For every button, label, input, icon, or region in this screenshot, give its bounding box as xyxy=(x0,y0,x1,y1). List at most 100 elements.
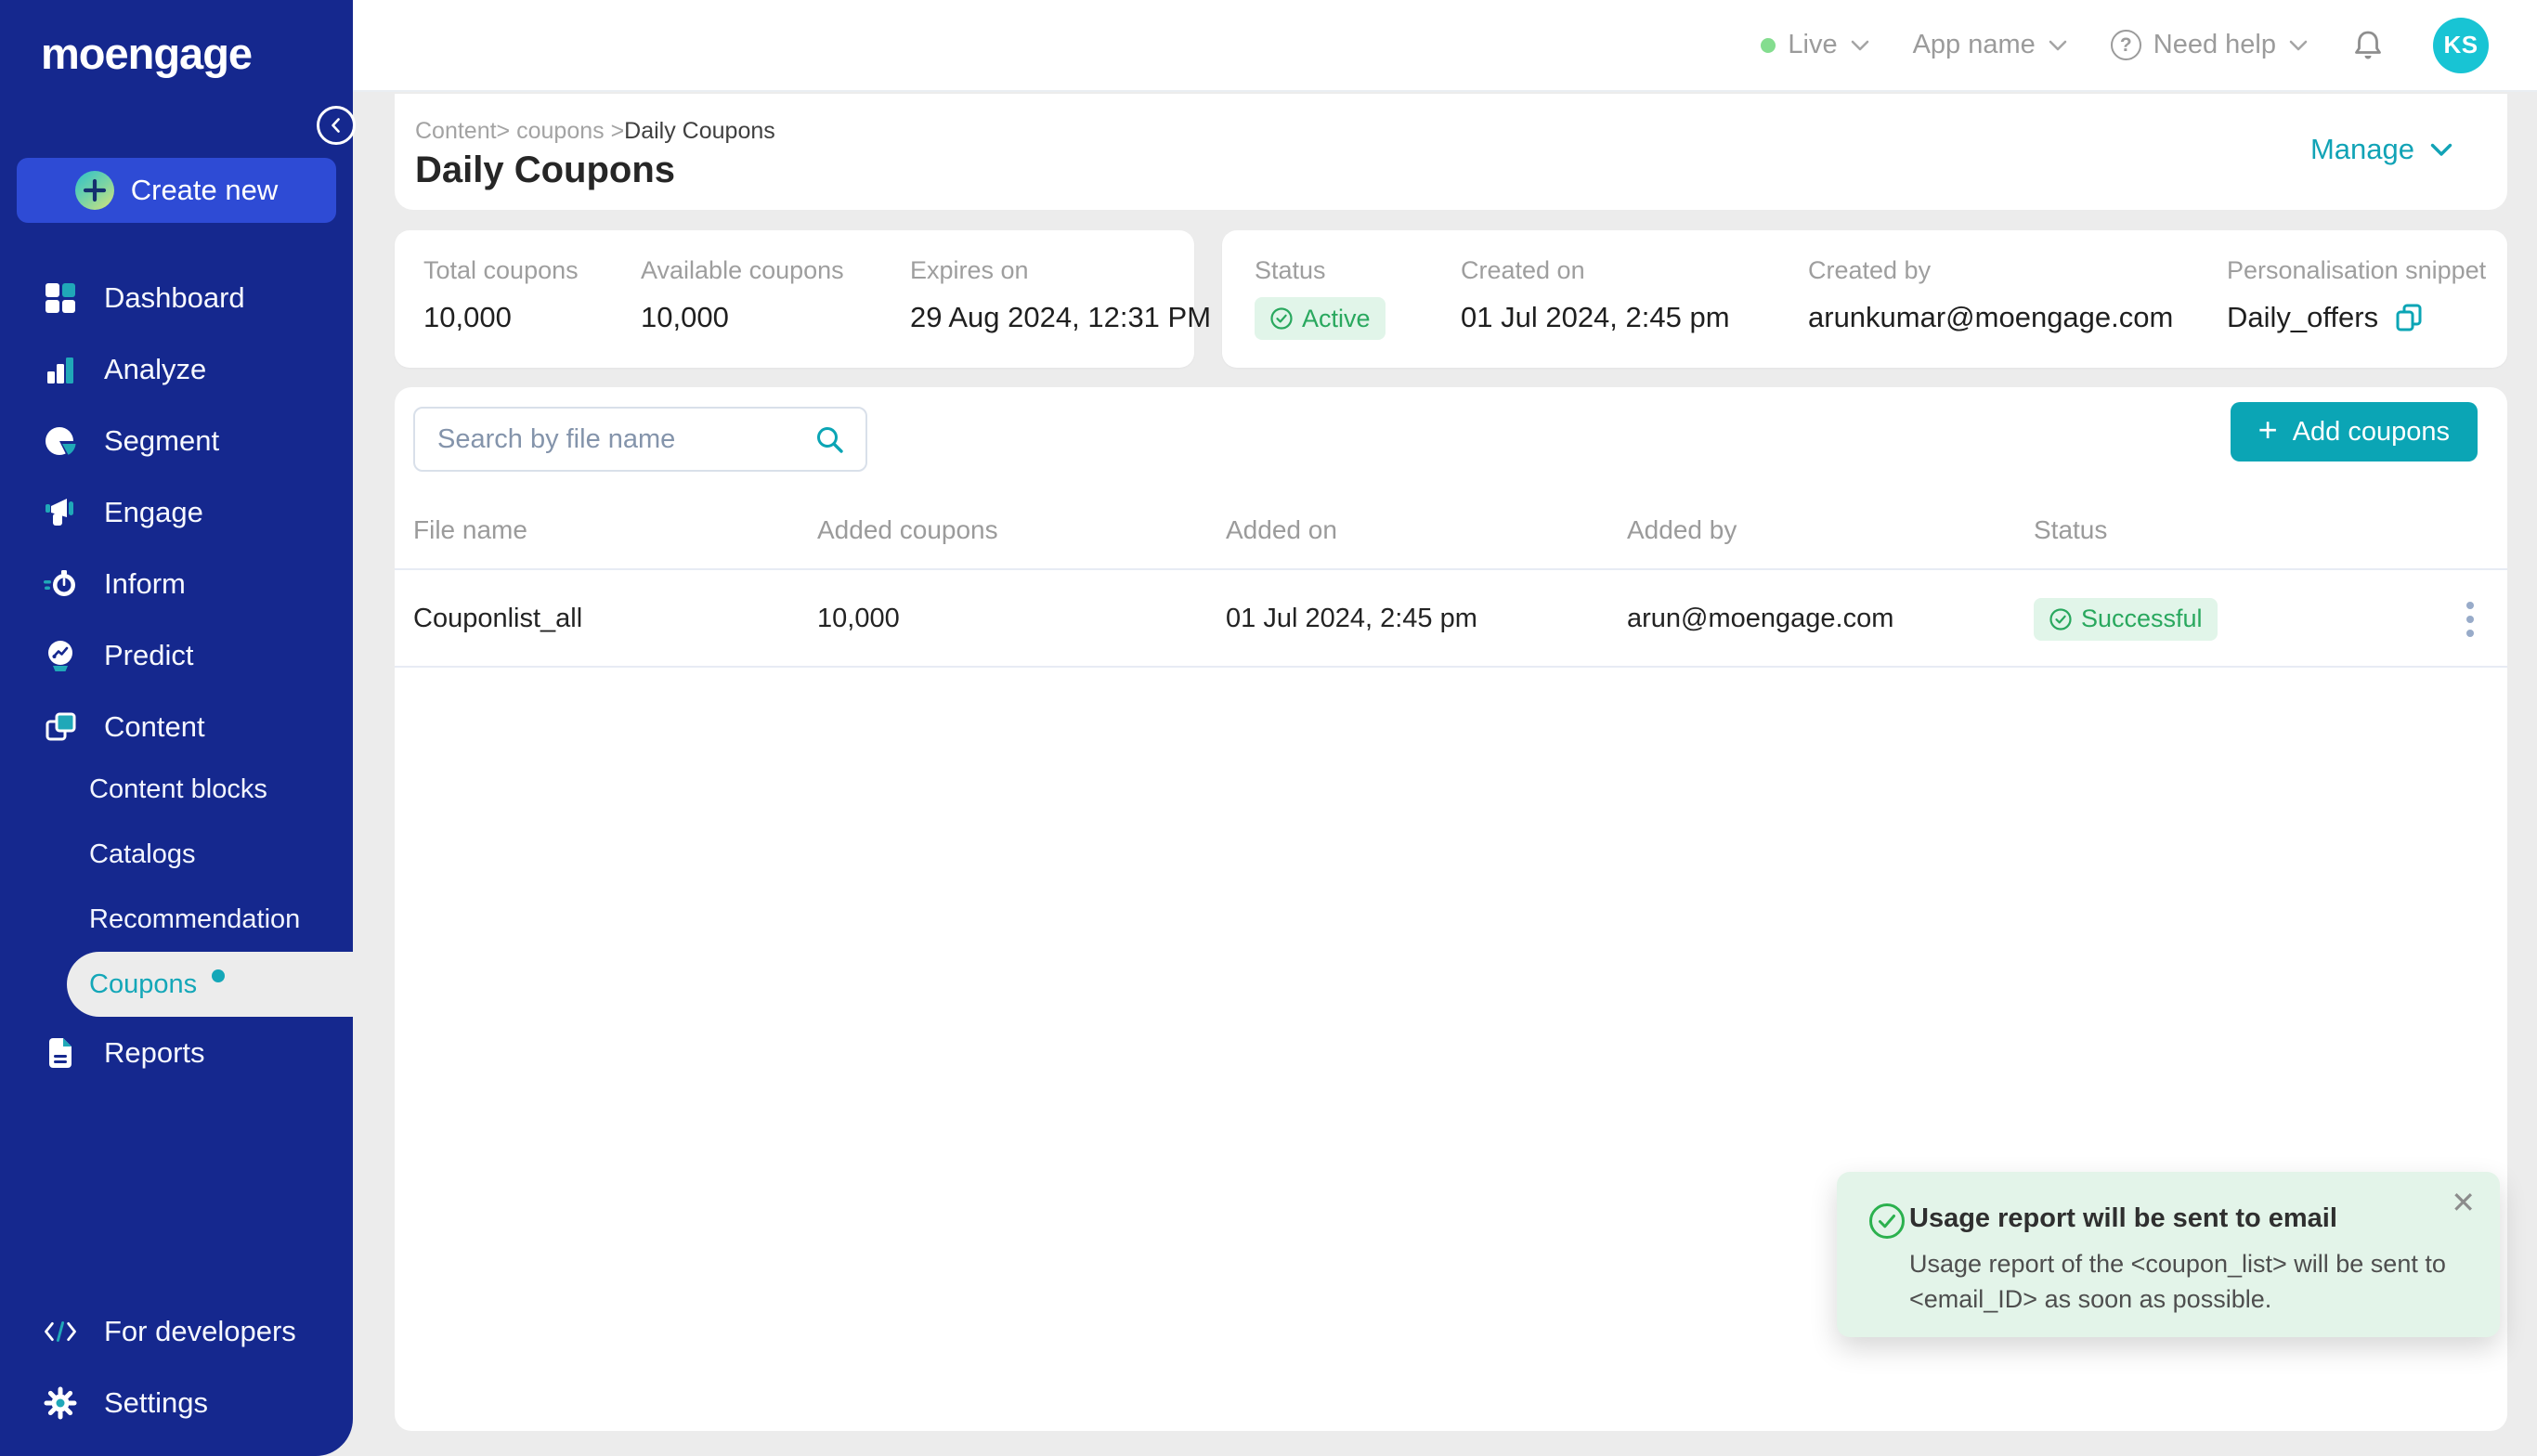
chevron-down-icon xyxy=(2048,39,2068,52)
sidebar-item-analyze[interactable]: Analyze xyxy=(0,333,353,405)
close-icon[interactable]: ✕ xyxy=(2451,1185,2476,1220)
coupons-notification-dot xyxy=(212,969,225,982)
sub-item-label: Content blocks xyxy=(89,774,267,805)
sidebar-collapse-button[interactable] xyxy=(317,106,356,145)
table-row: Couponlist_all 10,000 01 Jul 2024, 2:45 … xyxy=(395,572,2507,668)
stat-value: 10,000 xyxy=(423,301,512,334)
chevron-down-icon xyxy=(2288,39,2309,52)
stat-value: arunkumar@moengage.com xyxy=(1808,301,2173,334)
search-input[interactable] xyxy=(413,407,867,472)
megaphone-icon xyxy=(43,495,78,530)
add-coupons-button[interactable]: + Add coupons xyxy=(2231,402,2478,462)
app-name-label: App name xyxy=(1913,30,2036,60)
cell-added-on: 01 Jul 2024, 2:45 pm xyxy=(1226,604,1627,634)
chevron-left-icon xyxy=(324,113,348,137)
content-submenu: Content blocks Catalogs Recommendation C… xyxy=(0,757,353,1017)
sub-item-label: Catalogs xyxy=(89,839,195,870)
coupon-stats-card: Total coupons 10,000 Available coupons 1… xyxy=(395,230,1194,368)
check-circle-icon xyxy=(1867,1201,1907,1246)
sidebar-item-reports[interactable]: Reports xyxy=(0,1017,353,1088)
snippet-value: Daily_offers xyxy=(2227,301,2378,334)
stat-label: Created on xyxy=(1461,256,1585,285)
document-icon xyxy=(43,1035,78,1071)
sidebar-item-label: Reports xyxy=(104,1036,205,1070)
add-coupons-label: Add coupons xyxy=(2293,417,2450,448)
bell-icon xyxy=(2351,28,2385,63)
code-icon xyxy=(43,1314,78,1349)
table-header-row: File name Added coupons Added on Added b… xyxy=(395,492,2507,570)
layers-icon xyxy=(43,709,78,745)
chevron-down-icon xyxy=(2429,142,2453,158)
check-circle-icon xyxy=(1269,306,1294,331)
stat-label: Status xyxy=(1255,256,1326,285)
cell-added-by: arun@moengage.com xyxy=(1627,604,2034,634)
sidebar-item-label: Inform xyxy=(104,567,186,601)
sidebar-item-label: Settings xyxy=(104,1386,208,1420)
sidebar-item-label: Dashboard xyxy=(104,281,245,315)
col-header-status: Status xyxy=(2034,515,2452,545)
sidebar-footer: For developers Settings xyxy=(0,1295,353,1438)
live-status-dot xyxy=(1761,38,1776,53)
sidebar-item-label: Analyze xyxy=(104,353,206,386)
sidebar-item-inform[interactable]: Inform xyxy=(0,548,353,619)
sidebar-item-label: Engage xyxy=(104,496,203,529)
status-badge: Active xyxy=(1255,297,1386,340)
search-icon[interactable] xyxy=(813,423,847,462)
chevron-down-icon xyxy=(1850,39,1870,52)
cell-file-name: Couponlist_all xyxy=(413,604,817,634)
col-header-added-on: Added on xyxy=(1226,515,1627,545)
status-badge-label: Active xyxy=(1302,305,1371,333)
stat-value: 01 Jul 2024, 2:45 pm xyxy=(1461,301,1730,334)
need-help-label: Need help xyxy=(2153,30,2276,60)
sidebar-item-catalogs[interactable]: Catalogs xyxy=(0,822,353,887)
need-help-menu[interactable]: ? Need help xyxy=(2111,30,2309,60)
sidebar-item-segment[interactable]: Segment xyxy=(0,405,353,476)
sidebar-item-predict[interactable]: Predict xyxy=(0,619,353,691)
sidebar-item-label: Content xyxy=(104,710,205,744)
sidebar-item-for-developers[interactable]: For developers xyxy=(0,1295,353,1367)
toast-body-line: <email_ID> as soon as possible. xyxy=(1909,1281,2446,1317)
toast-body: Usage report of the <coupon_list> will b… xyxy=(1909,1246,2446,1317)
gear-icon xyxy=(43,1385,78,1421)
status-badge-successful: Successful xyxy=(2034,598,2218,641)
coupon-meta-card: Status Active Created on 01 Jul 2024, 2:… xyxy=(1222,230,2507,368)
status-badge-label: Successful xyxy=(2081,604,2203,633)
manage-label: Manage xyxy=(2310,133,2414,166)
success-toast: Usage report will be sent to email Usage… xyxy=(1837,1172,2500,1337)
plus-icon: + xyxy=(2258,413,2278,447)
breadcrumb: Content> coupons >Daily Coupons xyxy=(415,118,775,145)
sidebar-item-engage[interactable]: Engage xyxy=(0,476,353,548)
sub-item-label: Recommendation xyxy=(89,904,300,935)
sub-item-label: Coupons xyxy=(89,969,197,1000)
create-new-button[interactable]: Create new xyxy=(17,158,336,223)
sidebar-item-content-blocks[interactable]: Content blocks xyxy=(0,757,353,822)
user-avatar[interactable]: KS xyxy=(2433,18,2489,73)
sidebar-item-settings[interactable]: Settings xyxy=(0,1367,353,1438)
breadcrumb-path[interactable]: Content> coupons > xyxy=(415,118,624,144)
manage-button[interactable]: Manage xyxy=(2310,133,2453,166)
sidebar-item-label: Segment xyxy=(104,424,219,458)
app-name-selector[interactable]: App name xyxy=(1913,30,2068,60)
col-header-file-name: File name xyxy=(413,515,817,545)
environment-selector[interactable]: Live xyxy=(1761,30,1869,60)
sidebar-item-coupons[interactable]: Coupons xyxy=(67,952,353,1017)
cell-added-coupons: 10,000 xyxy=(817,604,1226,634)
page-title: Daily Coupons xyxy=(415,150,675,191)
sidebar-item-label: For developers xyxy=(104,1315,296,1348)
moengage-logo: moengage xyxy=(0,0,353,79)
sidebar-item-dashboard[interactable]: Dashboard xyxy=(0,262,353,333)
copy-icon[interactable] xyxy=(2393,302,2425,333)
notifications-button[interactable] xyxy=(2351,28,2385,63)
row-actions-kebab-menu[interactable] xyxy=(2466,602,2489,637)
sidebar-item-content[interactable]: Content xyxy=(0,691,353,762)
crystal-ball-icon xyxy=(43,638,78,673)
toast-body-line: Usage report of the <coupon_list> will b… xyxy=(1909,1246,2446,1281)
stat-label: Personalisation snippet xyxy=(2227,256,2486,285)
stat-label: Total coupons xyxy=(423,256,579,285)
sidebar: moengage Create new Dashboard Analyze xyxy=(0,0,353,1456)
stat-label: Expires on xyxy=(910,256,1029,285)
stat-value: 10,000 xyxy=(641,301,729,334)
stat-label: Created by xyxy=(1808,256,1931,285)
sidebar-item-recommendation[interactable]: Recommendation xyxy=(0,887,353,952)
sidebar-nav: Dashboard Analyze Segment Engage xyxy=(0,262,353,762)
